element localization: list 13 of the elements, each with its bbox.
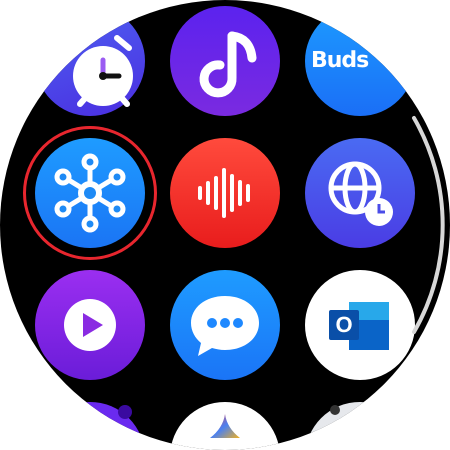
chat-bubble-icon [191, 296, 259, 356]
network-hub-icon [54, 154, 126, 232]
globe-clock-icon [328, 162, 393, 226]
music-note-icon [200, 32, 256, 98]
alarm-clock-icon [73, 35, 133, 107]
circle-icon [118, 405, 132, 419]
play-icon [64, 299, 116, 351]
network-hub-app-button[interactable] [35, 138, 145, 248]
circle-icon [330, 405, 340, 415]
squares-logo-icon [329, 302, 389, 350]
mail-app-button[interactable]: O [305, 270, 415, 380]
sound-wave-icon [198, 168, 250, 218]
spark-icon [210, 414, 240, 438]
